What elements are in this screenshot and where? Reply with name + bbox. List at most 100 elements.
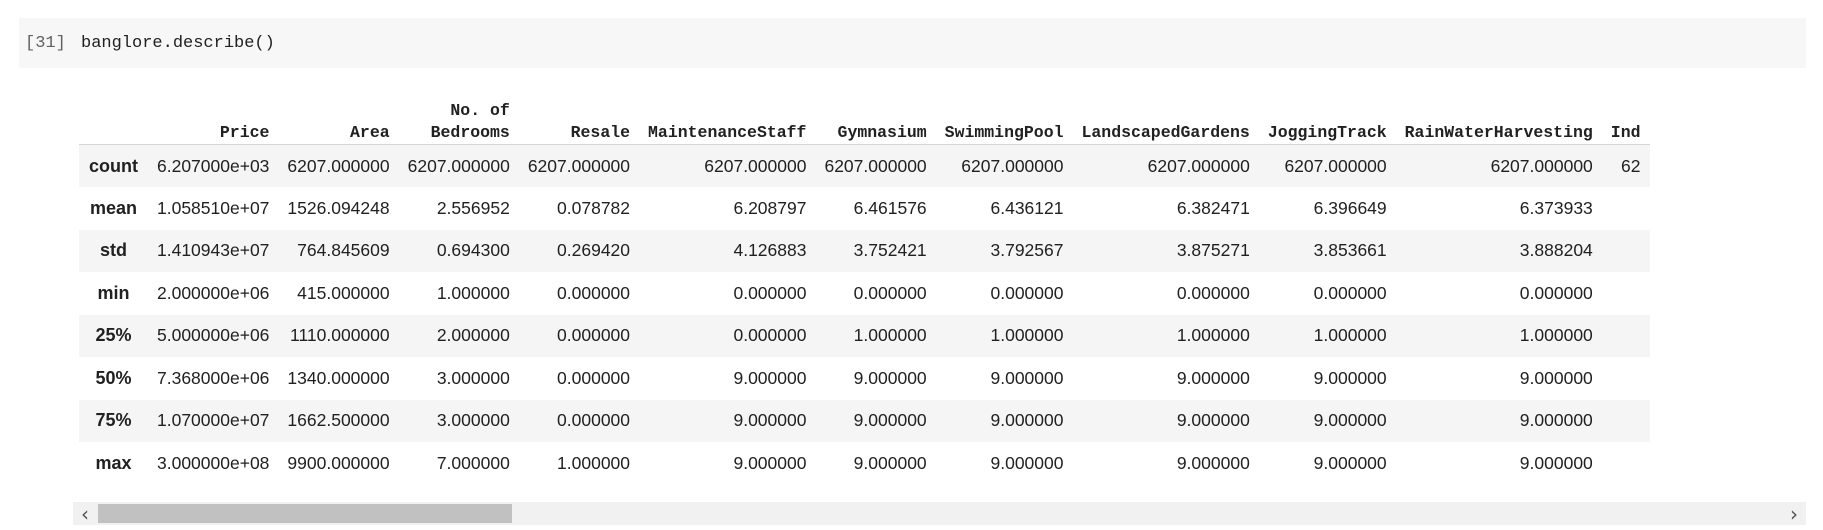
table-cell: 0.000000 (557, 325, 631, 346)
table-cell: 9.000000 (990, 410, 1064, 431)
row-label: mean (89, 197, 138, 218)
table-cell: 4.126883 (733, 240, 807, 261)
table-cell: 9.000000 (853, 452, 927, 473)
table-cell: 6.436121 (990, 197, 1064, 218)
column-header: Resale (518, 82, 640, 145)
table-cell: 3.000000 (436, 410, 510, 431)
table-cell: 6207.000000 (824, 155, 927, 176)
column-header: Area (278, 82, 399, 145)
table-cell: 0.000000 (1313, 282, 1387, 303)
table-cell (1602, 230, 1650, 273)
code-cell[interactable]: [31] banglore.describe() (19, 18, 1806, 68)
table-cell: 0.078782 (557, 197, 631, 218)
row-label: 25% (95, 325, 132, 346)
table-cell: 0.000000 (990, 282, 1064, 303)
row-label: max (95, 452, 132, 473)
table-cell (1602, 400, 1650, 443)
table-cell: 9900.000000 (287, 452, 390, 473)
table-cell: 0.269420 (557, 240, 631, 261)
table-cell: 0.000000 (557, 282, 631, 303)
table-cell: 6.373933 (1519, 197, 1593, 218)
table-cell: 6207.000000 (1147, 155, 1250, 176)
table-cell (1602, 272, 1650, 315)
table-cell: 0.000000 (557, 410, 631, 431)
table-cell: 6207.000000 (287, 155, 390, 176)
column-header: LandscapedGardens (1072, 82, 1259, 145)
table-cell (1602, 357, 1650, 400)
table-cell: 9.000000 (1313, 452, 1387, 473)
table-cell: 9.000000 (1313, 367, 1387, 388)
table-row: 75% 1.070000e+07 1662.500000 3.000000 0.0000… (79, 399, 1650, 443)
table-cell: 0.000000 (557, 367, 631, 388)
table-cell: 6207.000000 (961, 155, 1064, 176)
table-cell: 6207.000000 (704, 155, 807, 176)
row-label: 50% (95, 367, 132, 388)
table-cell: 7.368000e+06 (157, 367, 270, 388)
table-cell: 1.000000 (990, 325, 1064, 346)
table-cell: 9.000000 (990, 367, 1064, 388)
table-cell: 1.058510e+07 (157, 197, 270, 218)
table-cell: 3.853661 (1313, 240, 1387, 261)
row-label: 75% (95, 410, 132, 431)
table-cell: 9.000000 (853, 367, 927, 388)
table-cell: 6.208797 (733, 197, 807, 218)
column-header: Price (148, 82, 279, 145)
table-row: std 1.410943e+07 764.845609 0.694300 0.26942… (79, 229, 1650, 273)
table-cell: 6.396649 (1313, 197, 1387, 218)
table-cell: 3.888204 (1519, 240, 1593, 261)
column-header: RainWaterHarvesting (1395, 82, 1602, 145)
row-label: count (89, 155, 138, 176)
table-cell: 0.000000 (733, 282, 807, 303)
table-cell: 6.461576 (853, 197, 927, 218)
table-cell: 9.000000 (1176, 367, 1250, 388)
table-cell: 6207.000000 (407, 155, 510, 176)
describe-table: Price Area No. of Bedrooms Resale Mainte… (79, 82, 1650, 485)
table-cell: 0.000000 (1176, 282, 1250, 303)
table-cell: 9.000000 (1176, 452, 1250, 473)
table-cell: 1.000000 (1313, 325, 1387, 346)
table-cell: 415.000000 (297, 282, 390, 303)
row-label: std (100, 240, 127, 261)
table-cell: 0.000000 (733, 325, 807, 346)
table-cell: 6207.000000 (1284, 155, 1387, 176)
table-cell: 1.000000 (436, 282, 510, 303)
column-header: MaintenanceStaff (639, 82, 816, 145)
table-cell: 0.000000 (1519, 282, 1593, 303)
table-cell (1602, 315, 1650, 358)
table-row: min 2.000000e+06 415.000000 1.000000 0.00000… (79, 272, 1650, 315)
table-cell: 6.207000e+03 (157, 155, 270, 176)
table-cell: 2.000000e+06 (157, 282, 270, 303)
table-cell: 3.000000e+08 (157, 452, 270, 473)
scrollbar-thumb[interactable] (98, 504, 512, 523)
chevron-right-icon[interactable]: › (1782, 502, 1806, 526)
table-cell: 764.845609 (297, 240, 390, 261)
horizontal-scrollbar[interactable]: ‹ › (73, 502, 1806, 526)
table-row: 25% 5.000000e+06 1110.000000 2.000000 0.0000… (79, 314, 1650, 358)
table-cell (1602, 442, 1650, 485)
table-cell: 6.382471 (1176, 197, 1250, 218)
code-input[interactable]: banglore.describe() (81, 34, 275, 53)
table-cell: 6207.000000 (527, 155, 631, 176)
table-cell: 1526.094248 (287, 197, 390, 218)
table-cell: 9.000000 (733, 410, 807, 431)
table-row: count 6.207000e+03 6207.000000 6207.000000 6… (79, 144, 1650, 187)
table-cell: 1.000000 (557, 452, 631, 473)
table-cell: 0.000000 (853, 282, 927, 303)
table-cell: 1110.000000 (290, 325, 390, 346)
table-cell: 9.000000 (1519, 452, 1593, 473)
table-cell: 9.000000 (733, 367, 807, 388)
index-header (79, 82, 148, 145)
chevron-left-icon[interactable]: ‹ (73, 502, 97, 526)
column-header: Gymnasium (815, 82, 936, 145)
column-header: JoggingTrack (1258, 82, 1396, 145)
table-cell: 6207.000000 (1490, 155, 1593, 176)
table-cell: 7.000000 (436, 452, 510, 473)
table-cell: 1340.000000 (287, 367, 390, 388)
table-cell (1602, 187, 1650, 230)
table-row: mean 1.058510e+07 1526.094248 2.556952 0.078… (79, 187, 1650, 230)
table-cell: 9.000000 (853, 410, 927, 431)
execution-count: [31] (25, 33, 66, 53)
row-label: min (97, 282, 130, 303)
column-header: Ind (1601, 82, 1650, 145)
table-cell: 3.000000 (436, 367, 510, 388)
